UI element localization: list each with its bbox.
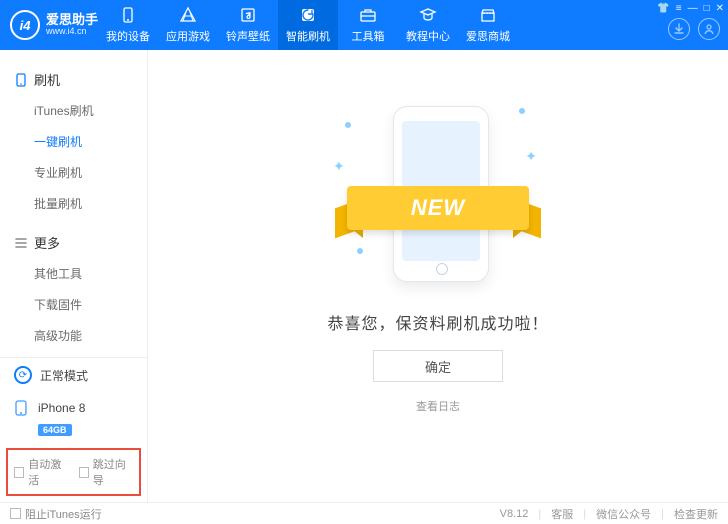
tutorial-icon (418, 6, 438, 24)
brand-logo: i4 爱思助手 www.i4.cn (0, 0, 98, 50)
nav-tutorial[interactable]: 教程中心 (398, 0, 458, 50)
close-icon[interactable]: ✕ (716, 3, 724, 14)
brand-name: 爱思助手 (46, 13, 98, 27)
new-ribbon: NEW (347, 186, 529, 230)
status-bar: 阻止iTunes运行 V8.12 | 客服 | 微信公众号 | 检查更新 (0, 502, 728, 524)
phone-icon (14, 400, 30, 416)
apps-icon (178, 6, 198, 24)
device-mode[interactable]: ⟳ 正常模式 (0, 358, 147, 392)
download-manager-button[interactable] (668, 18, 690, 40)
nav-toolbox[interactable]: 工具箱 (338, 0, 398, 50)
skin-icon[interactable]: 👕 (657, 3, 669, 14)
storage-badge: 64GB (38, 424, 72, 436)
account-button[interactable] (698, 18, 720, 40)
flash-options: 自动激活 跳过向导 (6, 448, 141, 496)
version-label: V8.12 (500, 508, 529, 520)
mode-label: 正常模式 (40, 367, 88, 384)
main-content: ✦✦ NEW 恭喜您，保资料刷机成功啦！ 确定 查看日志 (148, 50, 728, 502)
logo-icon: i4 (10, 10, 40, 40)
sidebar: 刷机iTunes刷机一键刷机专业刷机批量刷机更多其他工具下载固件高级功能 ⟳ 正… (0, 50, 148, 502)
auto-activate-checkbox[interactable]: 自动激活 (14, 456, 69, 488)
nav-store[interactable]: 爱思商城 (458, 0, 518, 50)
toolbox-icon (358, 6, 378, 24)
sidebar-group-刷机[interactable]: 刷机 (0, 64, 147, 95)
sidebar-item-高级功能[interactable]: 高级功能 (34, 320, 147, 351)
nav-apps[interactable]: 应用游戏 (158, 0, 218, 50)
device-icon (118, 6, 138, 24)
menu-icon (14, 236, 28, 250)
sidebar-item-其他工具[interactable]: 其他工具 (34, 258, 147, 289)
status-link-support[interactable]: 客服 (551, 506, 573, 522)
nav-ringtone[interactable]: 铃声壁纸 (218, 0, 278, 50)
minimize-icon[interactable]: — (688, 3, 698, 14)
status-link-wechat[interactable]: 微信公众号 (596, 506, 651, 522)
maximize-icon[interactable]: □ (704, 3, 710, 14)
confirm-button[interactable]: 确定 (373, 350, 503, 382)
sidebar-item-iTunes刷机[interactable]: iTunes刷机 (34, 95, 147, 126)
sidebar-group-更多[interactable]: 更多 (0, 227, 147, 258)
status-link-update[interactable]: 检查更新 (674, 506, 718, 522)
phone-icon (14, 73, 28, 87)
nav-device[interactable]: 我的设备 (98, 0, 158, 50)
store-icon (478, 6, 498, 24)
connected-device[interactable]: iPhone 8 64GB (0, 392, 147, 444)
sidebar-item-专业刷机[interactable]: 专业刷机 (34, 157, 147, 188)
sidebar-item-批量刷机[interactable]: 批量刷机 (34, 188, 147, 219)
success-illustration: ✦✦ NEW (333, 98, 543, 288)
block-itunes-checkbox[interactable]: 阻止iTunes运行 (10, 506, 102, 522)
device-name: iPhone 8 (38, 401, 85, 415)
brand-url: www.i4.cn (46, 27, 98, 37)
window-controls: 👕 ≡ — □ ✕ (657, 3, 724, 14)
success-message: 恭喜您，保资料刷机成功啦！ (327, 310, 548, 334)
ringtone-icon (238, 6, 258, 24)
nav-flash[interactable]: 智能刷机 (278, 0, 338, 50)
menu-icon[interactable]: ≡ (676, 3, 682, 14)
view-log-link[interactable]: 查看日志 (416, 398, 460, 414)
skip-guide-checkbox[interactable]: 跳过向导 (79, 456, 134, 488)
refresh-icon: ⟳ (14, 366, 32, 384)
sidebar-item-下载固件[interactable]: 下载固件 (34, 289, 147, 320)
flash-icon (298, 6, 318, 24)
top-nav: 我的设备应用游戏铃声壁纸智能刷机工具箱教程中心爱思商城 (98, 0, 728, 50)
sidebar-item-一键刷机[interactable]: 一键刷机 (34, 126, 147, 157)
